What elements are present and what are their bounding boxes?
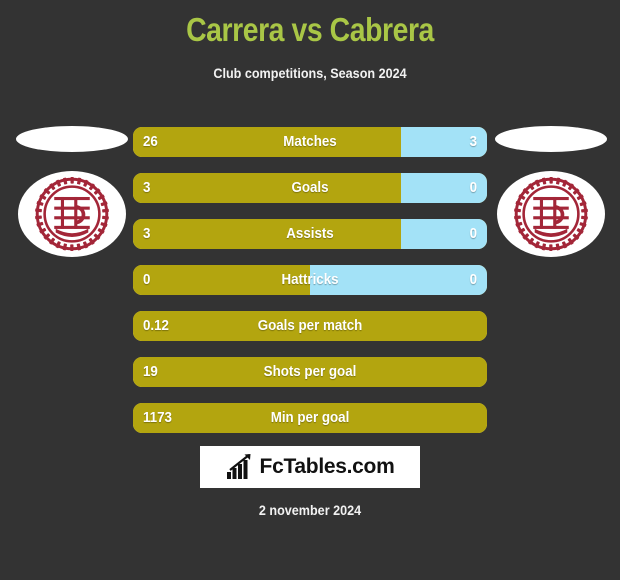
stat-label: Matches bbox=[283, 134, 337, 150]
footer-date: 2 november 2024 bbox=[258, 502, 362, 518]
stat-row-goals-per-match: 0.12 Goals per match bbox=[133, 311, 487, 341]
away-team-crest-container bbox=[487, 123, 615, 273]
page-subtitle: Club competitions, Season 2024 bbox=[213, 65, 407, 81]
stat-label: Hattricks bbox=[281, 272, 339, 288]
lanus-crest-icon bbox=[514, 177, 588, 251]
away-value: 3 bbox=[469, 134, 477, 150]
watermark-label: FcTables.com bbox=[259, 455, 395, 478]
stat-label: Assists bbox=[286, 226, 334, 242]
stat-row-hattricks: 0 Hattricks 0 bbox=[133, 265, 487, 295]
stat-label: Min per goal bbox=[270, 410, 350, 426]
stat-row-goals: 3 Goals 0 bbox=[133, 173, 487, 203]
stat-row-matches: 26 Matches 3 bbox=[133, 127, 487, 157]
lanus-crest-icon bbox=[35, 177, 109, 251]
home-crest-disc bbox=[18, 171, 126, 257]
stat-label: Shots per goal bbox=[263, 364, 357, 380]
fctables-watermark[interactable]: FcTables.com bbox=[200, 446, 420, 488]
bar-chart-icon bbox=[226, 454, 251, 479]
stat-comparison-bars: 26 Matches 3 3 Goals 0 3 Assists 0 0 Hat… bbox=[133, 127, 487, 449]
stat-label: Goals bbox=[291, 180, 329, 196]
stat-row-shots-per-goal: 19 Shots per goal bbox=[133, 357, 487, 387]
away-value: 0 bbox=[469, 272, 477, 288]
page-title: Carrera vs Cabrera bbox=[186, 11, 434, 48]
home-team-crest-container bbox=[8, 123, 136, 273]
home-crest-highlight-ellipse bbox=[16, 126, 128, 152]
away-value: 0 bbox=[469, 180, 477, 196]
away-crest-highlight-ellipse bbox=[495, 126, 607, 152]
stat-label: Goals per match bbox=[257, 318, 363, 334]
stat-row-min-per-goal: 1173 Min per goal bbox=[133, 403, 487, 433]
away-crest-disc bbox=[497, 171, 605, 257]
stat-row-assists: 3 Assists 0 bbox=[133, 219, 487, 249]
away-value: 0 bbox=[469, 226, 477, 242]
